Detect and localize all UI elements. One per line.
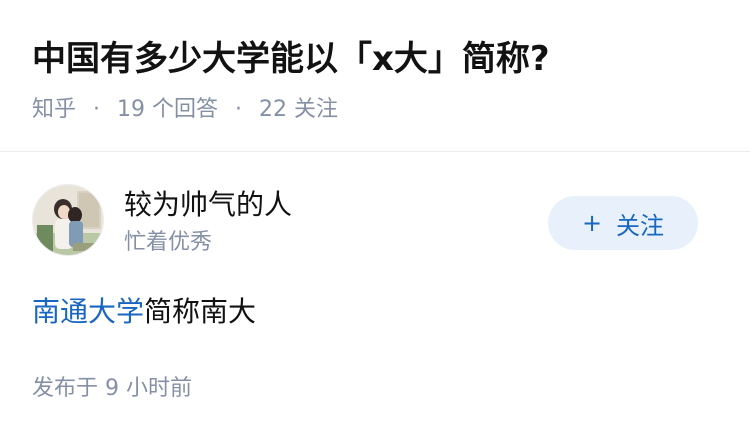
answer-text: 简称南大 <box>144 295 257 328</box>
author-name[interactable]: 较为帅气的人 <box>124 186 292 224</box>
avatar[interactable] <box>32 184 104 256</box>
question-title[interactable]: 中国有多少大学能以「x大」简称? <box>32 36 550 82</box>
plus-icon: + <box>581 209 603 237</box>
answer-content: 南通大学简称南大 <box>32 292 256 332</box>
author-headline: 忙着优秀 <box>124 230 213 255</box>
question-header: 中国有多少大学能以「x大」简称? 知乎 · 19 个回答 · 22 关注 <box>0 0 750 152</box>
follow-button[interactable]: + 关注 <box>548 196 698 250</box>
question-meta: 知乎 · 19 个回答 · 22 关注 <box>32 94 338 126</box>
follow-button-label: 关注 <box>616 211 665 240</box>
avatar-image <box>33 185 103 255</box>
published-time[interactable]: 发布于 9 小时前 <box>32 374 192 404</box>
meta-separator: · <box>235 97 243 122</box>
source-label[interactable]: 知乎 <box>32 94 76 126</box>
answer-link[interactable]: 南通大学 <box>32 295 144 328</box>
answer-card: 较为帅气的人 忙着优秀 + 关注 南通大学简称南大 发布于 9 小时前 <box>0 152 750 438</box>
answers-count[interactable]: 19 个回答 <box>117 94 218 126</box>
followers-count[interactable]: 22 关注 <box>259 94 338 126</box>
meta-separator: · <box>93 97 101 122</box>
